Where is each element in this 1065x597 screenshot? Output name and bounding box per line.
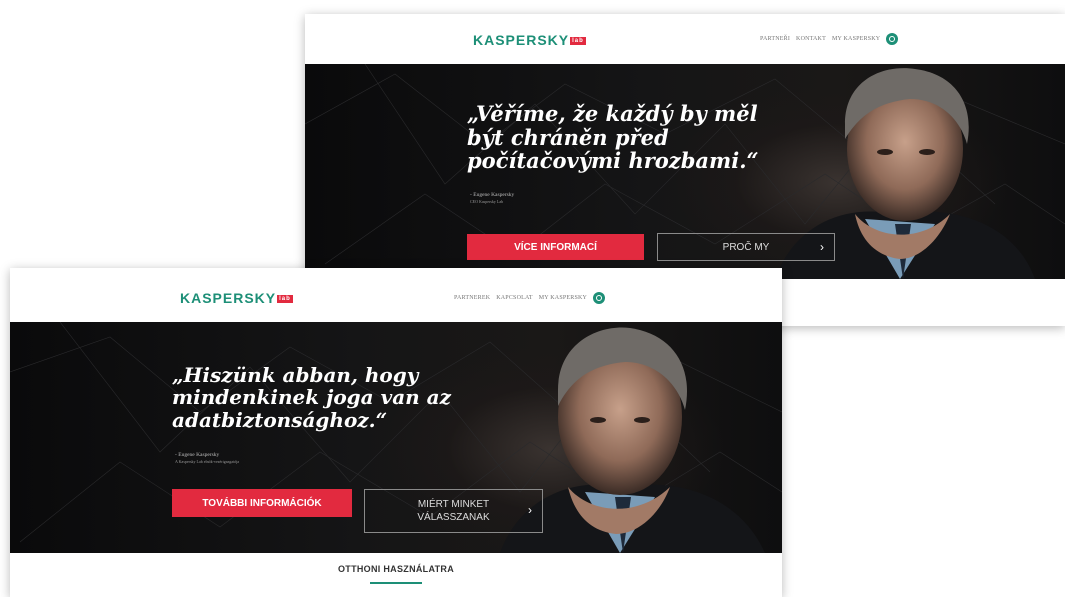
logo-text: KASPERSKY bbox=[473, 32, 570, 48]
why-us-button[interactable]: PROČ MY › bbox=[657, 233, 835, 261]
more-info-button[interactable]: TOVÁBBI INFORMÁCIÓK bbox=[172, 489, 352, 517]
why-us-button-label: PROČ MY bbox=[722, 241, 770, 253]
author-role: CEO Kaspersky Lab bbox=[470, 199, 504, 204]
author-name: - Eugene Kaspersky bbox=[470, 192, 515, 198]
logo-badge: lab bbox=[277, 295, 293, 304]
hero-banner: „Hiszünk abban, hogy mindenkinek joga va… bbox=[10, 322, 782, 553]
quote-author: - Eugene Kaspersky A Kaspersky Lab elnök… bbox=[175, 452, 239, 464]
chevron-right-icon: › bbox=[820, 240, 824, 254]
site-header: KASPERSKY lab PARTNEŘI KONTAKT MY KASPERS… bbox=[305, 14, 1065, 64]
kaspersky-logo[interactable]: KASPERSKY lab bbox=[473, 32, 586, 48]
more-info-button[interactable]: VÍCE INFORMACÍ bbox=[467, 234, 644, 260]
kaspersky-logo[interactable]: KASPERSKY lab bbox=[180, 290, 293, 306]
globe-icon[interactable] bbox=[593, 292, 606, 304]
nav-partners[interactable]: PARTNEŘI bbox=[760, 36, 790, 42]
nav-my-kaspersky[interactable]: MY KASPERSKY bbox=[832, 36, 880, 42]
author-name: - Eugene Kaspersky bbox=[175, 452, 220, 458]
chevron-right-icon: › bbox=[528, 503, 532, 518]
site-header: KASPERSKY lab PARTNEREK KAPCSOLAT MY KASP… bbox=[10, 268, 782, 322]
more-info-button-label: VÍCE INFORMACÍ bbox=[514, 241, 597, 253]
hungarian-site-screenshot: KASPERSKY lab PARTNEREK KAPCSOLAT MY KASP… bbox=[10, 268, 782, 597]
nav-contact[interactable]: KAPCSOLAT bbox=[496, 295, 532, 301]
author-role: A Kaspersky Lab elnök-vezérigazgatója bbox=[175, 459, 240, 464]
nav-contact[interactable]: KONTAKT bbox=[796, 36, 826, 42]
top-nav: PARTNEREK KAPCSOLAT MY KASPERSKY bbox=[454, 292, 606, 304]
section-title-underline bbox=[370, 582, 422, 584]
quote-author: - Eugene Kaspersky CEO Kaspersky Lab bbox=[470, 192, 514, 204]
top-nav: PARTNEŘI KONTAKT MY KASPERSKY bbox=[760, 33, 899, 45]
hero-banner: „Věříme, že každý by měl být chráněn pře… bbox=[305, 64, 1065, 279]
hero-quote: „Věříme, že každý by měl být chráněn pře… bbox=[467, 101, 759, 174]
why-choose-us-button[interactable]: MIÉRT MINKET VÁLASSZANAK › bbox=[364, 489, 543, 533]
why-choose-us-button-label: MIÉRT MINKET VÁLASSZANAK bbox=[417, 499, 490, 523]
nav-my-kaspersky[interactable]: MY KASPERSKY bbox=[539, 295, 587, 301]
section-title[interactable]: OTTHONI HASZNÁLATRA bbox=[10, 564, 782, 574]
logo-text: KASPERSKY bbox=[180, 290, 277, 306]
hero-quote: „Hiszünk abban, hogy mindenkinek joga va… bbox=[172, 363, 451, 432]
globe-icon[interactable] bbox=[886, 33, 899, 45]
nav-partners[interactable]: PARTNEREK bbox=[454, 295, 490, 301]
more-info-button-label: TOVÁBBI INFORMÁCIÓK bbox=[202, 497, 322, 509]
logo-badge: lab bbox=[570, 37, 586, 46]
